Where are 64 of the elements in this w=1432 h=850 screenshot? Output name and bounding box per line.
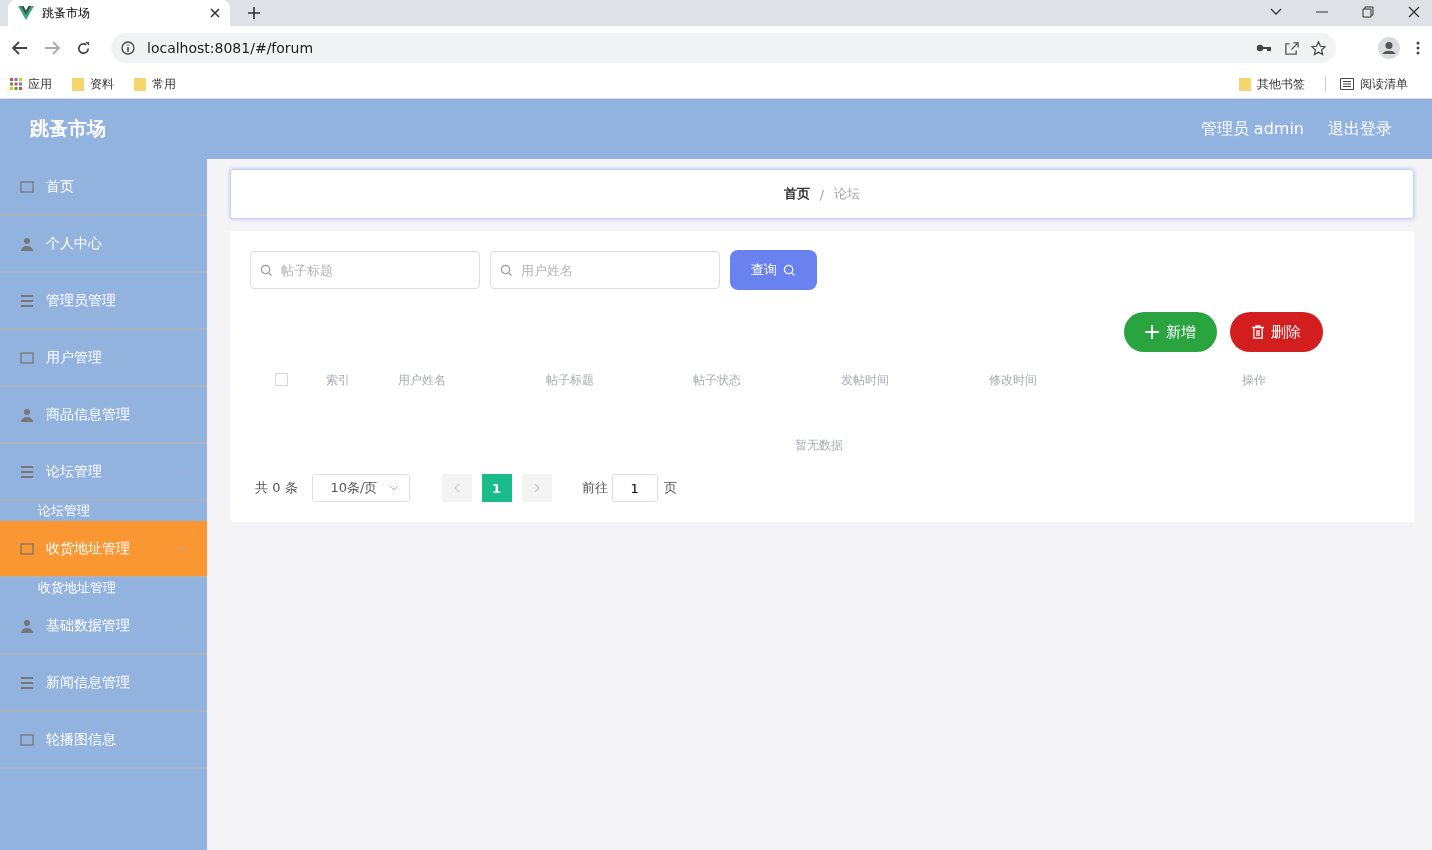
column-header: 操作 <box>1242 372 1266 389</box>
back-icon[interactable] <box>12 41 28 55</box>
bookmark[interactable]: 资料 <box>90 75 114 93</box>
folder-icon <box>134 77 146 91</box>
folder-icon <box>72 77 84 91</box>
trash-icon <box>1252 325 1264 339</box>
page-size-select[interactable]: 10条/页 <box>311 474 410 502</box>
column-header: 索引 <box>326 372 350 389</box>
app-title: 跳蚤市场 <box>30 116 106 141</box>
page-button[interactable]: 1 <box>481 474 512 502</box>
key-icon[interactable] <box>1256 43 1272 53</box>
address-bar[interactable]: localhost:8081/#/forum <box>111 33 1336 63</box>
user-name: 管理员 admin <box>1200 118 1304 140</box>
page-input[interactable]: 1 <box>611 474 658 502</box>
close-icon[interactable] <box>210 8 220 18</box>
chevron-left-icon <box>453 483 460 493</box>
chevron-down-icon[interactable] <box>1270 8 1282 16</box>
chevron-icon <box>177 545 187 552</box>
info-icon <box>121 41 135 55</box>
search-field[interactable]: 帖子标题 <box>250 251 480 289</box>
breadcrumb-item[interactable]: 论坛 <box>834 185 861 203</box>
breadcrumb-separator: / <box>819 186 825 202</box>
browser-tab[interactable]: 跳蚤市场 <box>8 0 230 26</box>
page-suffix: 页 <box>663 479 677 497</box>
search-button[interactable]: 查询 <box>730 250 817 290</box>
delete-button[interactable]: 删除 <box>1230 312 1323 352</box>
search-icon <box>783 263 796 277</box>
new-tab-icon[interactable] <box>248 7 260 19</box>
checkbox[interactable] <box>275 372 288 386</box>
close-icon[interactable] <box>1408 6 1420 18</box>
column-header: 用户姓名 <box>398 372 446 389</box>
apps-grid-icon <box>10 78 22 90</box>
bookmark[interactable]: 其他书签 <box>1257 75 1305 93</box>
star-icon[interactable] <box>1311 40 1326 56</box>
column-header: 发帖时间 <box>841 372 889 389</box>
submenu-item[interactable]: 收货地址管理 <box>0 578 207 598</box>
total-count: 共 0 条 <box>255 479 298 497</box>
goto-label: 前往 <box>581 479 608 497</box>
breadcrumb-item[interactable]: 首页 <box>783 185 810 203</box>
tab-title: 跳蚤市场 <box>42 4 91 22</box>
avatar-icon[interactable] <box>1378 37 1400 59</box>
plus-icon <box>1145 325 1159 339</box>
reading-list-icon <box>1340 78 1354 90</box>
bookmark[interactable]: 常用 <box>152 75 176 93</box>
logout-link[interactable]: 退出登录 <box>1328 118 1392 140</box>
v-logo-icon <box>18 6 34 20</box>
chevron-right-icon <box>533 483 540 493</box>
submenu-item[interactable]: 论坛管理 <box>0 501 207 521</box>
search-icon <box>500 264 513 277</box>
bookmark[interactable]: 阅读清单 <box>1360 75 1408 93</box>
menu-item[interactable]: 收货地址管理 <box>0 521 207 578</box>
column-header: 帖子标题 <box>546 372 594 389</box>
search-field[interactable]: 用户姓名 <box>490 251 720 289</box>
share-icon[interactable] <box>1284 40 1299 56</box>
caret-icon <box>388 485 399 491</box>
bookmark[interactable]: 应用 <box>28 75 52 93</box>
add-button[interactable]: 新增 <box>1124 312 1217 352</box>
search-icon <box>260 264 273 277</box>
reload-icon[interactable] <box>76 40 91 56</box>
folder-icon <box>1239 77 1251 91</box>
empty-text: 暂无数据 <box>795 437 843 454</box>
column-header: 修改时间 <box>989 372 1037 389</box>
column-header: 帖子状态 <box>693 372 741 389</box>
restore-icon[interactable] <box>1362 6 1374 18</box>
